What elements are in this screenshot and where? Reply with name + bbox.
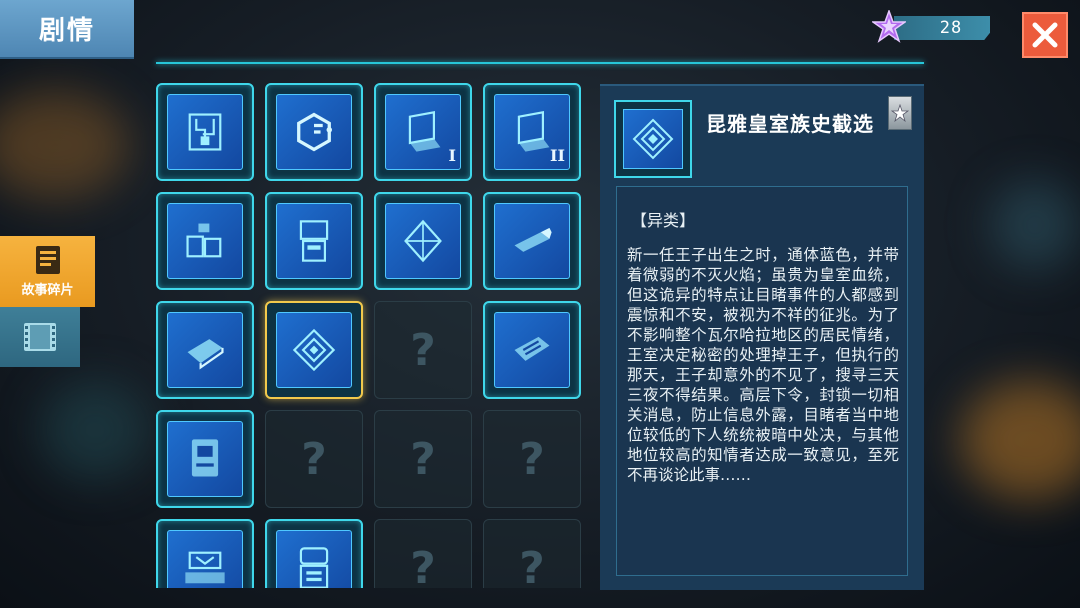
grid-cell-locked[interactable]: ? — [265, 410, 363, 508]
detail-text-box: 【异类】 新一任王子出生之时，通体蓝色，并带着微弱的不灭火焰；虽贵为皇室血统，但… — [616, 186, 908, 576]
rank-badge — [888, 96, 912, 130]
grid-cell-inner — [276, 312, 352, 388]
grid-cell[interactable] — [265, 83, 363, 181]
grid-cell[interactable] — [374, 192, 472, 290]
grid-cell-locked[interactable]: ? — [483, 410, 581, 508]
film-icon — [24, 323, 56, 351]
grid-cell-inner — [494, 312, 570, 388]
robot-terminal-icon — [299, 547, 329, 588]
detail-icon-frame — [614, 100, 692, 178]
grid-cell[interactable] — [483, 192, 581, 290]
close-icon — [1032, 22, 1058, 48]
tab-story-fragments-label: 故事碎片 — [21, 283, 74, 298]
header-divider — [156, 62, 924, 64]
tablet-book-icon — [191, 439, 219, 477]
grid-cell-inner — [167, 421, 243, 497]
grid-cell-inner — [276, 530, 352, 588]
grid-cell-inner — [494, 203, 570, 279]
grid-cell[interactable]: I — [374, 83, 472, 181]
fragment-grid: I II?????? — [156, 83, 586, 588]
grid-cell-inner — [385, 203, 461, 279]
grid-cell-inner: II — [494, 94, 570, 170]
question-mark-icon: ? — [410, 324, 436, 376]
circuit-map-icon — [188, 113, 222, 151]
grid-cell[interactable] — [156, 410, 254, 508]
machine-console-icon — [185, 551, 225, 584]
hexagon-logo-icon — [297, 112, 332, 152]
grid-cell-selected[interactable] — [265, 301, 363, 399]
terminal-icon — [299, 220, 329, 262]
detail-description: 新一任王子出生之时，通体蓝色，并带着微弱的不灭火焰；虽贵为皇室血统，但这诡异的特… — [627, 246, 899, 484]
laptop-icon — [408, 111, 441, 152]
grid-cell[interactable] — [483, 301, 581, 399]
grid-cell[interactable] — [265, 192, 363, 290]
tab-film[interactable] — [0, 307, 80, 367]
grid-cell[interactable] — [156, 301, 254, 399]
roman-numeral-mark: I — [448, 146, 456, 165]
purple-star-icon — [872, 10, 906, 43]
octahedron-crystal-icon — [404, 219, 442, 263]
grid-cell[interactable] — [156, 83, 254, 181]
question-mark-icon: ? — [519, 433, 545, 485]
detail-panel: 昆雅皇室族史截选 【异类】 新一任王子出生之时，通体蓝色，并带着微弱的不灭火焰；… — [600, 84, 924, 590]
royal-emblem-icon — [632, 118, 674, 160]
grid-cell-inner — [276, 203, 352, 279]
royal-emblem-icon — [292, 328, 336, 372]
grid-cell-inner — [167, 94, 243, 170]
usb-drive-icon — [514, 227, 552, 252]
detail-category: 【异类】 — [631, 211, 696, 230]
grid-cell-inner — [167, 203, 243, 279]
grid-cell-inner — [167, 312, 243, 388]
grid-cell[interactable] — [156, 192, 254, 290]
detail-title: 昆雅皇室族史截选 — [706, 112, 874, 136]
grid-cell[interactable] — [156, 519, 254, 588]
star-badge-icon — [891, 104, 909, 122]
laptop-icon — [517, 111, 550, 152]
currency-display: 28 — [872, 10, 992, 43]
grid-cell-inner: I — [385, 94, 461, 170]
question-mark-icon: ? — [301, 433, 327, 485]
book-icon — [187, 339, 224, 370]
roman-numeral-mark: II — [550, 146, 565, 165]
grid-cell[interactable]: II — [483, 83, 581, 181]
grid-cell-locked[interactable]: ? — [483, 519, 581, 588]
grid-cell-locked[interactable]: ? — [374, 410, 472, 508]
detail-icon-inner — [623, 109, 683, 169]
currency-amount: 28 — [939, 18, 963, 38]
grid-cell-locked[interactable]: ? — [374, 301, 472, 399]
tablet-device-icon — [514, 336, 550, 361]
grid-cell-inner — [167, 530, 243, 588]
close-button[interactable] — [1022, 12, 1068, 58]
question-mark-icon: ? — [519, 542, 545, 589]
question-mark-icon: ? — [410, 433, 436, 485]
grid-cell-locked[interactable]: ? — [374, 519, 472, 588]
page-title: 剧情 — [0, 0, 134, 59]
document-icon — [35, 246, 60, 274]
tab-story-fragments[interactable]: 故事碎片 — [0, 236, 95, 307]
device-cluster-icon — [186, 223, 222, 258]
question-mark-icon: ? — [410, 542, 436, 589]
grid-cell[interactable] — [265, 519, 363, 588]
grid-cell-inner — [276, 94, 352, 170]
